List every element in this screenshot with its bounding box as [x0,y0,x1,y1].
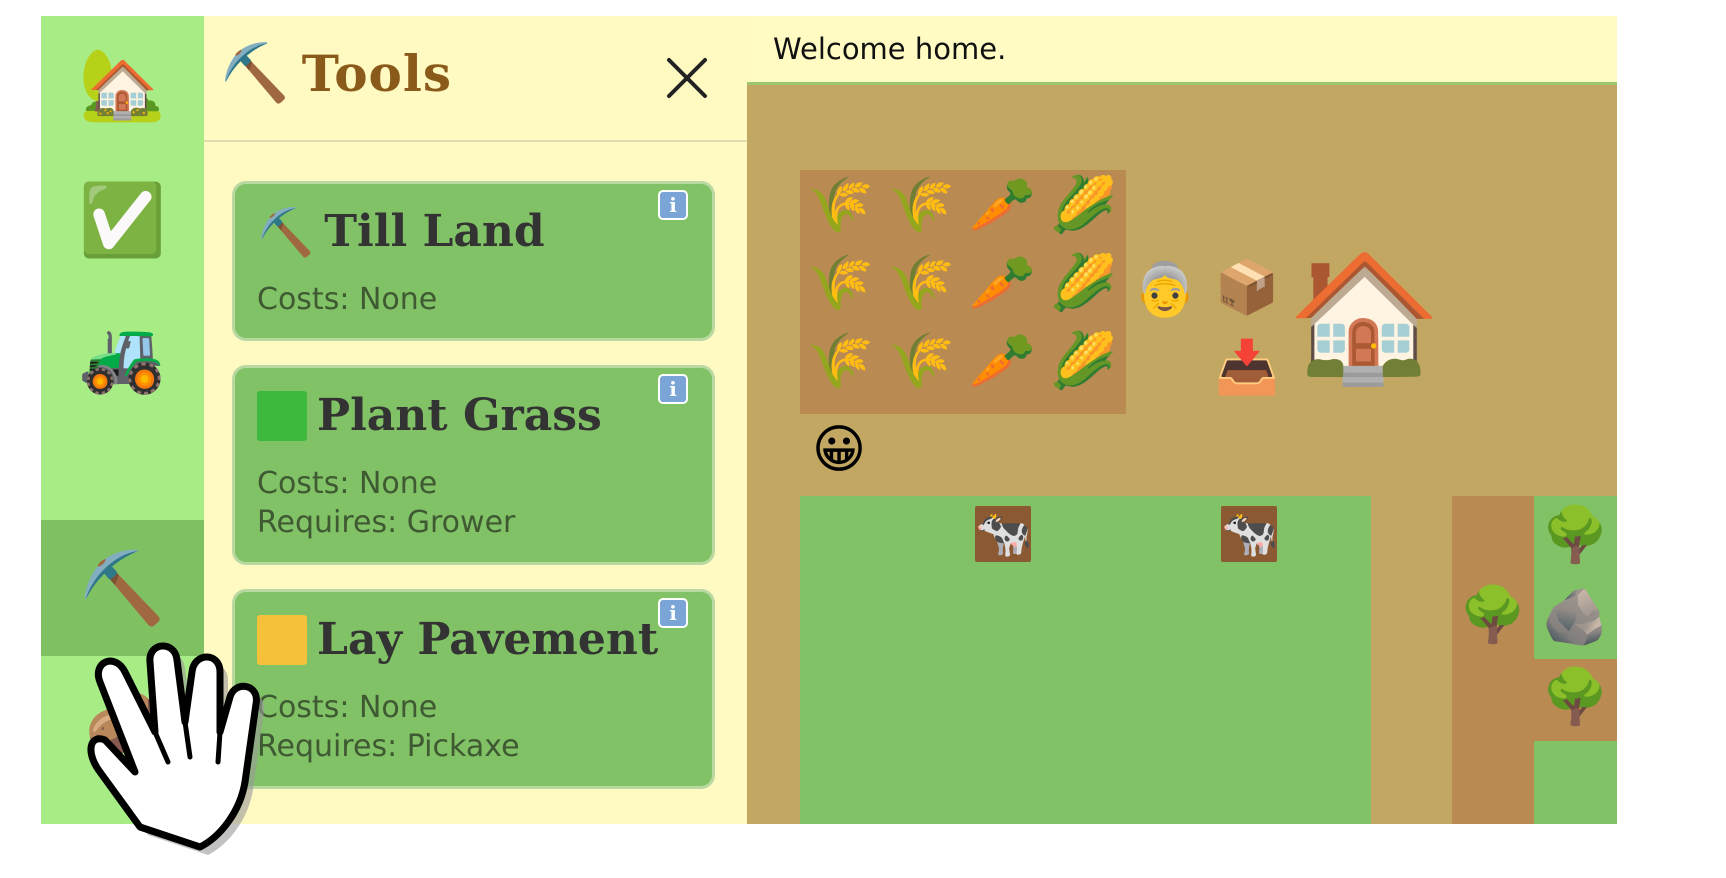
corn-icon[interactable]: 🌽 [1043,334,1124,388]
cow-icon[interactable]: 🐄 [1221,510,1278,556]
info-icon: i [669,377,677,401]
pointing-hand-cursor-icon [87,642,265,855]
welcome-message: Welcome home. [773,32,1007,66]
check-mark-icon: ✅ [78,179,167,261]
rice-icon[interactable]: 🌾 [881,334,962,388]
info-button[interactable]: i [658,190,688,220]
info-button[interactable]: i [658,374,688,404]
tilled-strip[interactable] [1452,496,1534,824]
grass-pasture[interactable] [800,496,1371,824]
game-map[interactable]: Welcome home. 🐄 🐄 👵 📦 📥 🏠 😀 🌳 🌳 🪨 🌳 🌾 🌾 🥕 🌽… [747,16,1617,824]
tool-requires: Requires: Grower [257,505,516,540]
sidebar-item-tasks[interactable]: ✅ [41,152,204,288]
rice-icon[interactable]: 🌾 [881,178,962,232]
house-icon[interactable]: 🏠 [1287,256,1441,380]
panel-title-text: Tools [301,44,453,103]
grandma-npc-icon[interactable]: 👵 [1125,264,1205,316]
tool-label: Till Land [324,206,545,257]
tool-card-till-land[interactable]: i ⛏️ Till Land Costs: None [232,181,715,341]
tool-name: ⛏️ Till Land [257,206,545,257]
inbox-tray-icon[interactable]: 📥 [1207,342,1287,394]
carrot-icon[interactable]: 🥕 [962,178,1043,232]
rice-icon[interactable]: 🌾 [800,256,881,310]
tool-card-plant-grass[interactable]: i Plant Grass Costs: None Requires: Grow… [232,365,715,565]
rice-icon[interactable]: 🌾 [800,178,881,232]
corn-icon[interactable]: 🌽 [1043,178,1124,232]
tree-icon[interactable]: 🌳 [1534,508,1617,562]
info-button[interactable]: i [658,598,688,628]
pickaxe-icon: ⛏️ [220,40,290,106]
tool-label: Plant Grass [317,390,602,441]
tool-costs: Costs: None [257,282,438,317]
grass-patch-lower[interactable] [1534,741,1617,824]
corn-icon[interactable]: 🌽 [1043,256,1124,310]
panel-title: ⛏️ Tools [220,44,452,103]
message-bar: Welcome home. [747,16,1617,85]
tool-label: Lay Pavement [317,614,659,665]
rice-icon[interactable]: 🌾 [800,334,881,388]
rock-icon[interactable]: 🪨 [1534,590,1617,644]
player-smiley-icon[interactable]: 😀 [807,424,871,476]
tree-icon[interactable]: 🌳 [1534,670,1617,724]
sidebar-item-home[interactable]: 🏡 [41,16,204,152]
cow-icon[interactable]: 🐄 [975,510,1032,556]
green-square-icon [257,390,307,441]
pickaxe-icon: ⛏️ [78,547,167,629]
tractor-icon: 🚜 [78,315,167,397]
close-icon [667,58,707,98]
pickaxe-icon: ⛏️ [257,204,315,259]
info-icon: i [669,601,677,625]
tool-costs: Costs: None [257,466,438,501]
house-with-garden-icon: 🏡 [78,43,167,125]
package-icon[interactable]: 📦 [1207,262,1287,314]
close-button[interactable] [659,50,715,106]
info-icon: i [669,193,677,217]
tools-panel-header: ⛏️ Tools [204,16,747,142]
carrot-icon[interactable]: 🥕 [962,334,1043,388]
tool-name: Plant Grass [257,390,602,441]
carrot-icon[interactable]: 🥕 [962,256,1043,310]
rice-icon[interactable]: 🌾 [881,256,962,310]
sidebar-item-tractor[interactable]: 🚜 [41,288,204,424]
tree-icon[interactable]: 🌳 [1452,588,1534,642]
